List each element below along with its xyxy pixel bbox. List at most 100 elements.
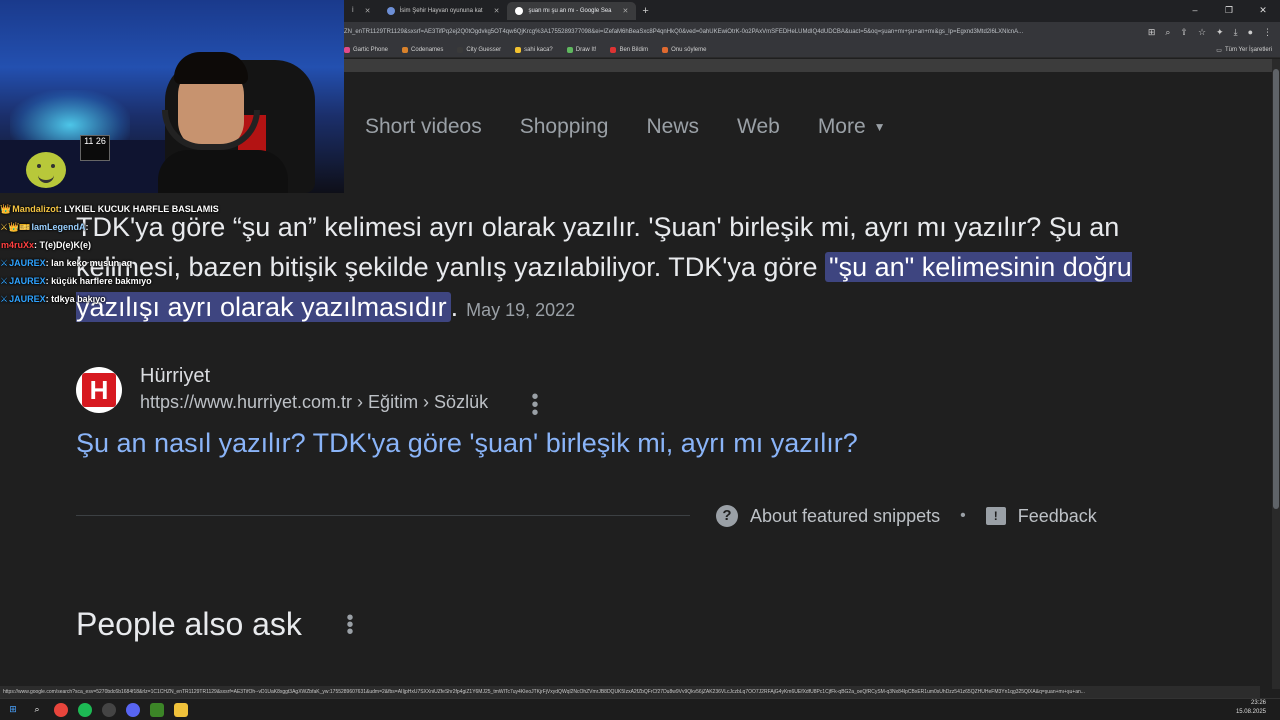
webcam-overlay: 11 26 xyxy=(0,0,344,193)
tab-web[interactable]: Web xyxy=(737,115,780,139)
page-scrollbar[interactable] xyxy=(1272,59,1280,689)
bookmark-gartic-phone[interactable]: Gartic Phone xyxy=(344,46,388,53)
tab-close-icon[interactable]: ✕ xyxy=(494,7,500,15)
about-featured-snippets-link[interactable]: About featured snippets xyxy=(750,506,940,527)
zoom-icon[interactable]: ⌕ xyxy=(1165,27,1170,38)
chat-text: T(e)D(e)K(e) xyxy=(39,240,92,250)
tab-label: İ xyxy=(352,8,354,14)
tab-short-videos[interactable]: Short videos xyxy=(365,115,482,139)
chat-badge: ⚔👑🎫 xyxy=(0,222,31,232)
menu-icon[interactable]: ⋮ xyxy=(1263,27,1272,38)
chat-text: tdkya bakıyo xyxy=(51,294,106,304)
share-icon[interactable]: ⇪ xyxy=(1180,27,1188,38)
all-bookmarks-button[interactable]: ▭ Tüm Yer İşaretleri xyxy=(1216,42,1272,58)
paa-options-icon[interactable]: • • • xyxy=(345,608,355,642)
taskbar-clock[interactable]: 23:26 15.08.2025 xyxy=(1236,699,1266,717)
close-window-icon[interactable]: ✕ xyxy=(1246,0,1280,20)
result-source[interactable]: H Hürriyet https://www.hurriyet.com.tr ›… xyxy=(76,364,488,416)
address-bar[interactable]: ZN_enTR1129TR1129&sxsrf=AE3TifPq2ej2Q0tO… xyxy=(344,24,1124,40)
star-icon[interactable]: ☆ xyxy=(1198,27,1206,38)
tab-more-label: More xyxy=(817,115,866,138)
result-title-link[interactable]: Şu an nasıl yazılır? TDK'ya göre 'şuan' … xyxy=(76,428,858,459)
tab-label: İsim Şehir Hayvan oyununa kat xyxy=(399,8,483,14)
feedback-link[interactable]: Feedback xyxy=(1018,506,1097,527)
discord-icon[interactable] xyxy=(126,702,140,717)
logo-letter: H xyxy=(82,373,116,407)
bookmark-ben-bildim[interactable]: Ben Bildim xyxy=(610,46,649,53)
chat-colon: : xyxy=(85,222,89,232)
profile-icon[interactable]: ● xyxy=(1248,27,1253,37)
chat-user: JAUREX xyxy=(9,276,46,286)
bookmark-city-guesser[interactable]: City Guesser xyxy=(457,46,502,53)
snippet-text-end: . xyxy=(450,292,459,322)
caret-down-icon: ▼ xyxy=(873,120,886,135)
snippet-date: May 19, 2022 xyxy=(466,300,576,320)
clock-date: 15.08.2025 xyxy=(1235,709,1266,715)
bookmark-icon xyxy=(662,46,669,53)
tab-shopping[interactable]: Shopping xyxy=(520,115,609,139)
page-top-strip xyxy=(344,59,1280,72)
bookmark-label: Draw It! xyxy=(575,46,597,53)
download-icon[interactable]: ⤓ xyxy=(1234,27,1238,38)
new-tab-button[interactable]: + xyxy=(642,5,648,17)
separator-dot: • xyxy=(960,507,966,524)
google-favicon-icon xyxy=(515,7,524,15)
scrollbar-thumb[interactable] xyxy=(1273,69,1279,509)
chat-user: JAUREX xyxy=(9,294,46,304)
windows-start-icon[interactable]: ⊞ xyxy=(6,703,20,717)
chat-badge: ⚔ xyxy=(0,276,9,286)
minecraft-icon[interactable] xyxy=(150,702,164,717)
window-controls: – ❐ ✕ xyxy=(1178,0,1280,20)
bookmark-label: Onu söyleme xyxy=(671,46,707,53)
source-url: https://www.hurriyet.com.tr › Eğitim › S… xyxy=(140,392,489,412)
source-name: Hürriyet xyxy=(140,365,211,387)
bookmark-onu-soyleme[interactable]: Onu söyleme xyxy=(662,46,707,53)
bookmark-label: sahi kaca? xyxy=(524,46,553,53)
people-also-ask-heading: People also ask xyxy=(76,606,302,642)
tab-close-icon[interactable]: ✕ xyxy=(365,7,371,15)
toolbar-icons: ⊞ ⌕ ⇪ ☆ ✦ ⤓ ● ⋮ xyxy=(1148,22,1272,42)
bookmark-icon xyxy=(610,46,617,53)
streamer-hair xyxy=(174,52,248,84)
tab-label: şuan mı şu an mı - Google Sea xyxy=(528,8,612,14)
tab-close-icon[interactable]: ✕ xyxy=(623,7,629,15)
chat-user: IamLegendA xyxy=(31,222,86,232)
extensions-icon[interactable]: ✦ xyxy=(1216,27,1224,38)
bookmark-sahi-kaca[interactable]: sahi kaca? xyxy=(515,46,553,53)
tab-favicon-icon xyxy=(386,7,395,15)
bookmark-codenames[interactable]: Codenames xyxy=(402,46,443,53)
stream-chat: 👑Mandalizot: LYKIEL KUCUK HARFLE BASLAMI… xyxy=(0,200,240,308)
spotify-icon[interactable] xyxy=(78,702,92,717)
maximize-icon[interactable]: ❐ xyxy=(1212,0,1246,20)
bookmark-icon xyxy=(566,46,573,53)
bookmark-label: Ben Bildim xyxy=(619,46,649,53)
result-options-icon[interactable]: • • • xyxy=(530,387,540,423)
chat-user: Mandalizot xyxy=(12,204,59,214)
chat-message: m4ruXx: T(e)D(e)K(e) xyxy=(0,236,240,254)
chat-badge: 👑 xyxy=(0,204,12,214)
chat-message: ⚔👑🎫IamLegendA: xyxy=(0,218,240,236)
chat-message: 👑Mandalizot: LYKIEL KUCUK HARFLE BASLAMI… xyxy=(0,200,240,218)
webcam-clock-display: 11 26 xyxy=(80,135,110,161)
feedback-icon: ! xyxy=(985,507,1006,525)
divider xyxy=(76,515,690,516)
all-bookmarks-label: Tüm Yer İşaretleri xyxy=(1224,47,1272,53)
search-tabs: Short videos Shopping News Web More ▼ xyxy=(365,112,924,142)
browser-tab-1[interactable]: İ ✕ xyxy=(344,2,379,20)
obs-icon[interactable] xyxy=(102,702,116,717)
bookmark-label: City Guesser xyxy=(466,46,502,53)
search-icon[interactable]: ⌕ xyxy=(30,703,44,717)
tab-more[interactable]: More ▼ xyxy=(818,115,886,139)
browser-tab-2[interactable]: İsim Şehir Hayvan oyununa kat ✕ xyxy=(379,2,508,20)
chat-badge: ⚔ xyxy=(0,294,9,304)
bookmark-draw-it[interactable]: Draw It! xyxy=(566,46,597,53)
chat-user: JAUREX xyxy=(9,258,46,268)
file-explorer-icon[interactable] xyxy=(174,702,188,717)
minimize-icon[interactable]: – xyxy=(1178,0,1212,20)
translate-icon[interactable]: ⊞ xyxy=(1148,27,1156,38)
chat-message: ⚔JAUREX: lan keko musun aq xyxy=(0,254,240,272)
hurriyet-logo-icon: H xyxy=(76,367,122,413)
browser-tab-3-active[interactable]: şuan mı şu an mı - Google Sea ✕ xyxy=(507,2,637,20)
tab-news[interactable]: News xyxy=(646,115,699,139)
chrome-icon[interactable] xyxy=(54,702,68,717)
